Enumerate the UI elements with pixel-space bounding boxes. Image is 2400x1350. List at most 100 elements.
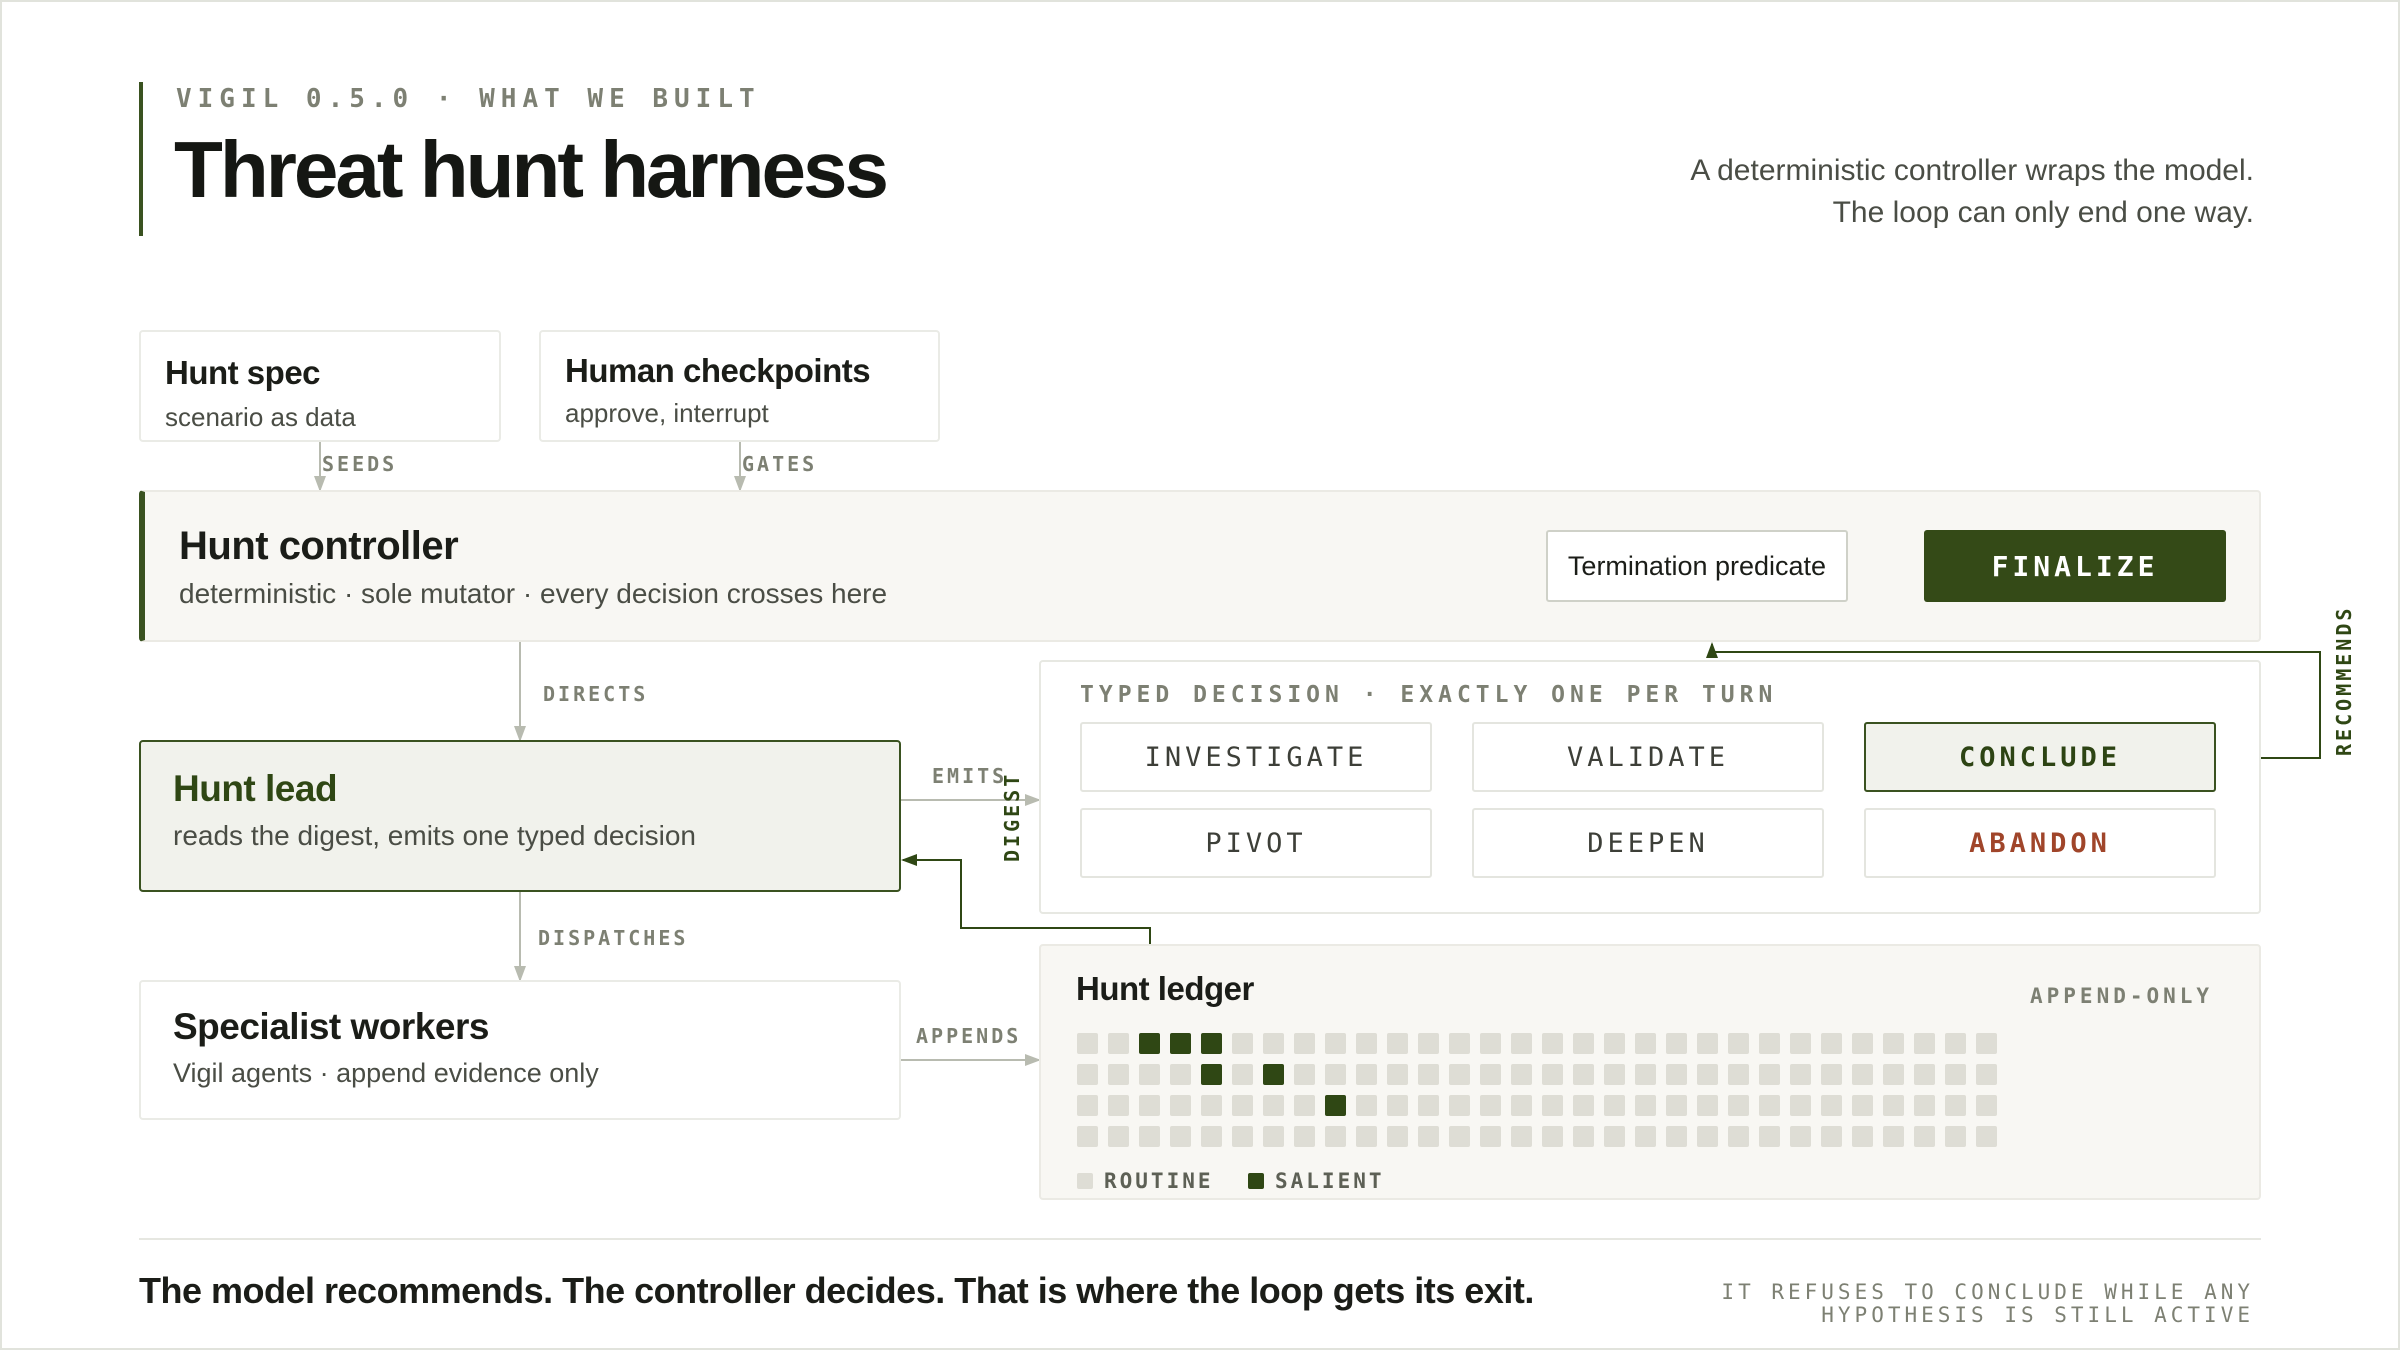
ledger-entry-routine	[1821, 1095, 1842, 1116]
decision-deepen[interactable]: DEEPEN	[1472, 808, 1824, 878]
ledger-entry-routine	[1821, 1126, 1842, 1147]
ledger-entry-routine	[1635, 1126, 1656, 1147]
ledger-entry-routine	[1294, 1064, 1315, 1085]
ledger-entry-routine	[1356, 1095, 1377, 1116]
ledger-entry-routine	[1108, 1033, 1129, 1054]
finalize-button[interactable]: FINALIZE	[1924, 530, 2226, 602]
ledger-entry-routine	[1263, 1095, 1284, 1116]
ledger-entry-routine	[1821, 1064, 1842, 1085]
hunt-spec-subtitle: scenario as data	[165, 402, 356, 432]
ledger-entry-routine	[1201, 1095, 1222, 1116]
hunt-lead: Hunt lead reads the digest, emits one ty…	[139, 740, 901, 892]
decision-validate[interactable]: VALIDATE	[1472, 722, 1824, 792]
ledger-entry-salient	[1263, 1064, 1284, 1085]
ledger-entry-routine	[1387, 1095, 1408, 1116]
ledger-entry-routine	[1666, 1064, 1687, 1085]
ledger-entry-routine	[1108, 1126, 1129, 1147]
ledger-entry-routine	[1759, 1064, 1780, 1085]
ledger-entry-routine	[1666, 1126, 1687, 1147]
ledger-entry-routine	[1356, 1126, 1377, 1147]
ledger-entry-routine	[1604, 1126, 1625, 1147]
decision-pivot[interactable]: PIVOT	[1080, 808, 1432, 878]
lede: A deterministic controller wraps the mod…	[1690, 154, 2254, 229]
ledger-entry-routine	[1387, 1064, 1408, 1085]
ledger-entry-routine	[1604, 1095, 1625, 1116]
ledger-entry-routine	[1573, 1033, 1594, 1054]
controller-title: Hunt controller	[179, 524, 459, 568]
human-checkpoints-card: Human checkpoints approve, interrupt	[539, 330, 940, 442]
workers-subtitle: Vigil agents · append evidence only	[173, 1058, 599, 1088]
ledger-entry-routine	[1852, 1064, 1873, 1085]
ledger-entry-routine	[1356, 1033, 1377, 1054]
termination-predicate-button[interactable]: Termination predicate	[1546, 530, 1848, 602]
ledger-entry-routine	[1852, 1126, 1873, 1147]
ledger-entry-routine	[1356, 1064, 1377, 1085]
hunt-spec-title: Hunt spec	[165, 354, 321, 391]
routine-legend-label: ROUTINE	[1104, 1169, 1214, 1193]
ledger-entry-salient	[1201, 1033, 1222, 1054]
kicker: VIGIL 0.5.0 · WHAT WE BUILT	[176, 84, 761, 114]
ledger-entry-salient	[1325, 1095, 1346, 1116]
ledger-entry-routine	[1697, 1064, 1718, 1085]
ledger-entry-routine	[1418, 1064, 1439, 1085]
salient-legend-label: SALIENT	[1275, 1169, 1385, 1193]
ledger-entry-routine	[1883, 1064, 1904, 1085]
ledger-entry-routine	[1635, 1064, 1656, 1085]
ledger-entry-routine	[1728, 1033, 1749, 1054]
ledger-entry-routine	[1480, 1064, 1501, 1085]
salient-legend-swatch	[1248, 1173, 1264, 1189]
ledger-grid	[1077, 1033, 1997, 1147]
ledger-entry-routine	[1573, 1064, 1594, 1085]
ledger-entry-routine	[1325, 1064, 1346, 1085]
emits-label: EMITS	[932, 764, 1008, 788]
ledger-entry-routine	[1511, 1095, 1532, 1116]
ledger-entry-routine	[1418, 1126, 1439, 1147]
ledger-entry-routine	[1325, 1126, 1346, 1147]
dispatches-label: DISPATCHES	[538, 926, 689, 950]
ledger-entry-routine	[1480, 1126, 1501, 1147]
decision-conclude[interactable]: CONCLUDE	[1864, 722, 2216, 792]
ledger-entry-routine	[1852, 1033, 1873, 1054]
ledger-entry-routine	[1201, 1126, 1222, 1147]
ledger-entry-routine	[1604, 1064, 1625, 1085]
ledger-entry-routine	[1387, 1033, 1408, 1054]
decision-investigate[interactable]: INVESTIGATE	[1080, 722, 1432, 792]
ledger-entry-routine	[1821, 1033, 1842, 1054]
digest-label: DIGEST	[1000, 771, 1024, 862]
ledger-entry-routine	[1604, 1033, 1625, 1054]
page-title: Threat hunt harness	[174, 125, 889, 214]
ledger-entry-routine	[1914, 1033, 1935, 1054]
ledger-entry-routine	[1790, 1126, 1811, 1147]
ledger-entry-routine	[1480, 1033, 1501, 1054]
ledger-entry-routine	[1728, 1064, 1749, 1085]
ledger-entry-routine	[1914, 1064, 1935, 1085]
ledger-entry-routine	[1542, 1126, 1563, 1147]
ledger-entry-routine	[1232, 1064, 1253, 1085]
ledger-entry-routine	[1387, 1126, 1408, 1147]
ledger-entry-routine	[1418, 1095, 1439, 1116]
ledger-entry-routine	[1449, 1064, 1470, 1085]
ledger-entry-routine	[1976, 1095, 1997, 1116]
ledger-entry-routine	[1139, 1064, 1160, 1085]
ledger-entry-routine	[1914, 1095, 1935, 1116]
ledger-entry-routine	[1883, 1095, 1904, 1116]
ledger-entry-routine	[1511, 1126, 1532, 1147]
hunt-spec-card: Hunt spec scenario as data	[139, 330, 501, 442]
ledger-entry-routine	[1976, 1033, 1997, 1054]
decision-abandon[interactable]: ABANDON	[1864, 808, 2216, 878]
typed-decision-title: TYPED DECISION · EXACTLY ONE PER TURN	[1080, 682, 1778, 708]
human-checkpoints-title: Human checkpoints	[565, 352, 871, 389]
recommends-label: RECOMMENDS	[2332, 605, 2356, 756]
routine-legend-swatch	[1077, 1173, 1093, 1189]
ledger-entry-routine	[1976, 1064, 1997, 1085]
ledger-entry-routine	[1108, 1064, 1129, 1085]
ledger-entry-routine	[1759, 1033, 1780, 1054]
ledger-entry-routine	[1542, 1095, 1563, 1116]
ledger-entry-routine	[1728, 1126, 1749, 1147]
ledger-entry-routine	[1790, 1095, 1811, 1116]
ledger-entry-routine	[1728, 1095, 1749, 1116]
ledger-entry-routine	[1697, 1033, 1718, 1054]
ledger-entry-routine	[1449, 1095, 1470, 1116]
ledger-entry-routine	[1325, 1033, 1346, 1054]
ledger-entry-routine	[1511, 1033, 1532, 1054]
